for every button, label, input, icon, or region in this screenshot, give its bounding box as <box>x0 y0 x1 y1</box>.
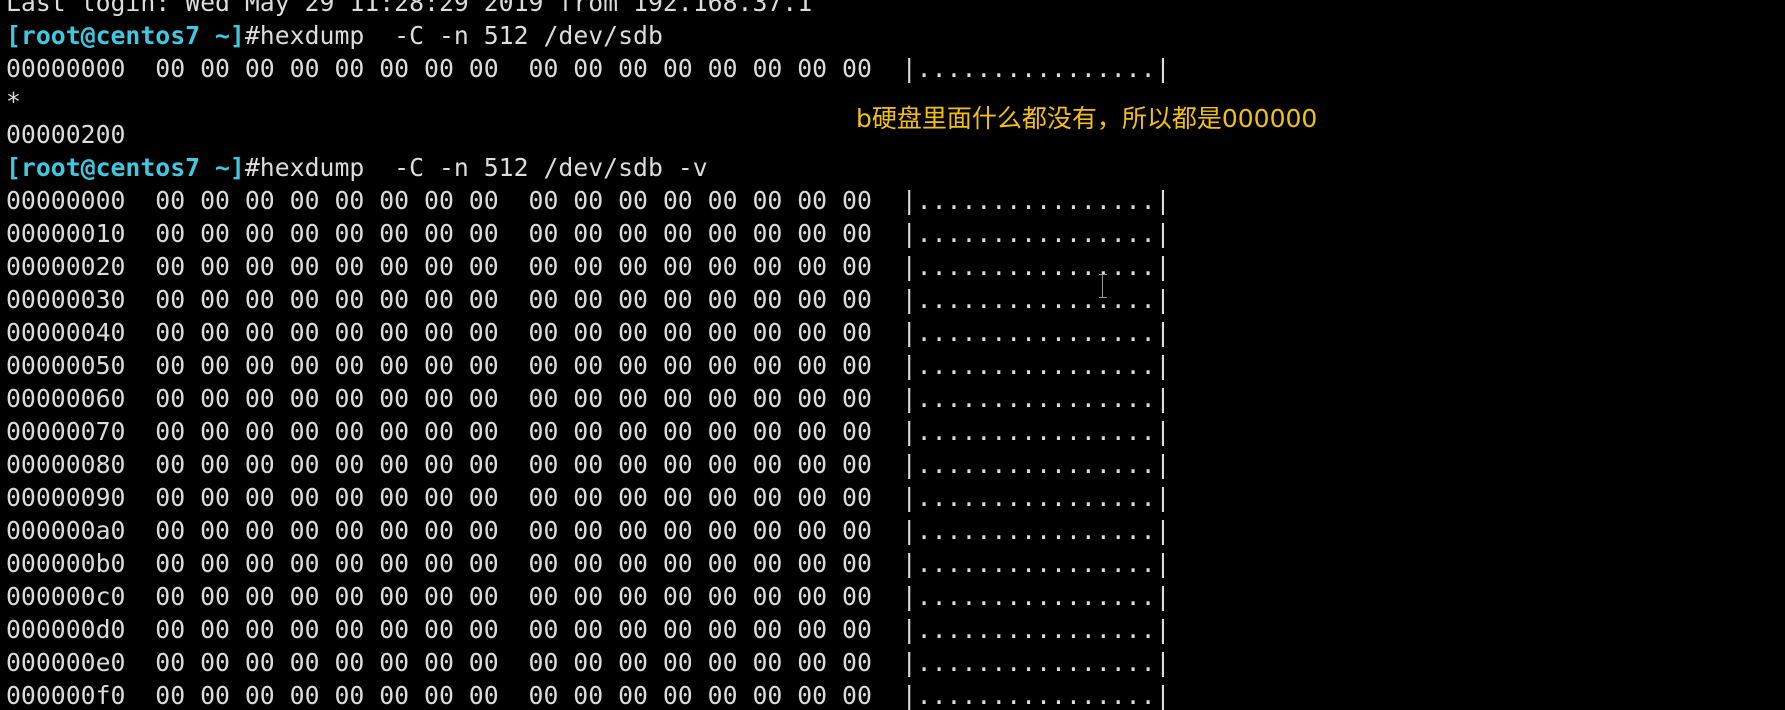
output-line: 00000000 00 00 00 00 00 00 00 00 00 00 0… <box>6 186 1171 215</box>
prompt-line: [root@centos7 ~]#hexdump -C -n 512 /dev/… <box>6 19 1170 52</box>
command-text: #hexdump -C -n 512 /dev/sdb <box>244 21 663 50</box>
text-cursor-icon <box>1098 273 1108 299</box>
output-line: 00000010 00 00 00 00 00 00 00 00 00 00 0… <box>6 219 1171 248</box>
output-line: 00000060 00 00 00 00 00 00 00 00 00 00 0… <box>6 384 1171 413</box>
output-line: 00000000 00 00 00 00 00 00 00 00 00 00 0… <box>6 54 1171 83</box>
output-line: 00000050 00 00 00 00 00 00 00 00 00 00 0… <box>6 351 1171 380</box>
output-line: 000000f0 00 00 00 00 00 00 00 00 00 00 0… <box>6 681 1171 710</box>
output-line: 00000040 00 00 00 00 00 00 00 00 00 00 0… <box>6 318 1171 347</box>
output-line: 000000b0 00 00 00 00 00 00 00 00 00 00 0… <box>6 549 1171 578</box>
output-line: 00000020 00 00 00 00 00 00 00 00 00 00 0… <box>6 252 1171 281</box>
terminal-screenshot: { "terminal": { "lines": [ {"kind": "tex… <box>0 0 1785 710</box>
annotation-note: b硬盘里面什么都没有，所以都是000000 <box>856 104 1318 133</box>
output-line: 000000c0 00 00 00 00 00 00 00 00 00 00 0… <box>6 582 1171 611</box>
shell-prompt: [root@centos7 ~] <box>6 21 245 50</box>
prompt-line: [root@centos7 ~]#hexdump -C -n 512 /dev/… <box>6 151 1170 184</box>
shell-prompt: [root@centos7 ~] <box>6 153 245 182</box>
output-line: 00000090 00 00 00 00 00 00 00 00 00 00 0… <box>6 483 1171 512</box>
output-line: 00000070 00 00 00 00 00 00 00 00 00 00 0… <box>6 417 1171 446</box>
output-line: 000000d0 00 00 00 00 00 00 00 00 00 00 0… <box>6 615 1171 644</box>
command-text: #hexdump -C -n 512 /dev/sdb -v <box>244 153 708 182</box>
output-line: Last login: Wed May 29 11:28:29 2019 fro… <box>6 0 813 17</box>
output-line: 000000e0 00 00 00 00 00 00 00 00 00 00 0… <box>6 648 1171 677</box>
output-line: 000000a0 00 00 00 00 00 00 00 00 00 00 0… <box>6 516 1171 545</box>
output-line: 00000030 00 00 00 00 00 00 00 00 00 00 0… <box>6 285 1171 314</box>
output-line: 00000080 00 00 00 00 00 00 00 00 00 00 0… <box>6 450 1171 479</box>
